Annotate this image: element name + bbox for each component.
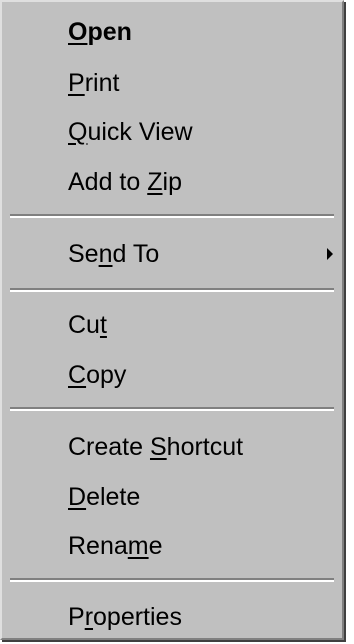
- menu-item-create-shortcut[interactable]: Create Shortcut: [2, 427, 342, 467]
- menu-separator: [10, 214, 334, 218]
- submenu-arrow-icon: [327, 248, 333, 260]
- menu-item-copy[interactable]: Copy: [2, 355, 342, 395]
- menu-item-cut[interactable]: Cut: [2, 305, 342, 345]
- menu-item-send-to[interactable]: Send To: [2, 234, 342, 274]
- menu-item-quick-view[interactable]: Quick View: [2, 112, 342, 152]
- menu-item-delete-label: Delete: [68, 483, 141, 511]
- menu-item-quick-view-label: Quick View: [68, 118, 193, 146]
- menu-item-properties[interactable]: Properties: [2, 597, 342, 637]
- menu-item-add-to-zip[interactable]: Add to Zip: [2, 162, 342, 202]
- menu-item-cut-label: Cut: [68, 311, 107, 339]
- menu-item-add-to-zip-label: Add to Zip: [68, 168, 182, 196]
- menu-item-copy-label: Copy: [68, 361, 127, 389]
- menu-item-open-label: Open: [68, 18, 132, 46]
- menu-item-properties-label: Properties: [68, 603, 182, 631]
- menu-separator: [10, 288, 334, 292]
- menu-separator: [10, 407, 334, 411]
- menu-item-delete[interactable]: Delete: [2, 477, 342, 517]
- menu-item-create-shortcut-label: Create Shortcut: [68, 433, 244, 461]
- menu-item-open[interactable]: Open: [2, 12, 342, 52]
- context-menu: Open Print Quick View Add to Zip Send To…: [0, 0, 344, 640]
- menu-item-print-label: Print: [68, 69, 120, 97]
- menu-item-send-to-label: Send To: [68, 240, 160, 268]
- menu-separator: [10, 578, 334, 582]
- menu-item-rename-label: Rename: [68, 532, 163, 560]
- menu-item-rename[interactable]: Rename: [2, 526, 342, 566]
- menu-item-print[interactable]: Print: [2, 63, 342, 103]
